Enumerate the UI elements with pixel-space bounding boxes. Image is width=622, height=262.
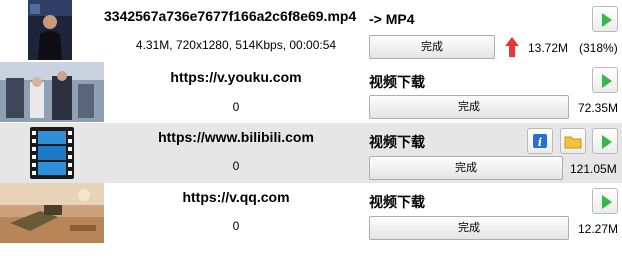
done-button[interactable]: 完成 bbox=[369, 156, 563, 180]
file-title: 3342567a736e7677f166a2c6f8e69.mp4 bbox=[104, 8, 357, 24]
status-label: 视频下载 bbox=[369, 194, 425, 210]
list-item[interactable]: https://v.qq.com 0 视频下载 完成 12.27M bbox=[0, 183, 622, 243]
source-url: https://www.bilibili.com bbox=[158, 129, 314, 145]
play-button[interactable] bbox=[592, 6, 618, 32]
video-thumbnail bbox=[0, 183, 104, 243]
video-thumbnail bbox=[0, 0, 104, 60]
list-item[interactable]: https://www.bilibili.com 0 视频下载 i 完成 121… bbox=[0, 123, 622, 183]
list-item[interactable]: https://v.youku.com 0 视频下载 完成 72.35M bbox=[0, 62, 622, 122]
status-label: 视频下载 bbox=[369, 134, 425, 150]
source-url: https://v.qq.com bbox=[182, 189, 290, 205]
output-size: 121.05M bbox=[570, 162, 617, 176]
file-info: 4.31M, 720x1280, 514Kbps, 00:00:54 bbox=[135, 38, 337, 52]
done-button[interactable]: 完成 bbox=[369, 216, 569, 240]
done-button[interactable]: 完成 bbox=[369, 35, 495, 59]
list-item[interactable]: 3342567a736e7677f166a2c6f8e69.mp4 4.31M,… bbox=[0, 0, 622, 60]
play-button[interactable] bbox=[592, 67, 618, 93]
status-label: 视频下载 bbox=[369, 74, 425, 90]
file-info: 0 bbox=[232, 100, 240, 114]
up-arrow-icon bbox=[505, 37, 519, 57]
source-url: https://v.youku.com bbox=[170, 69, 302, 85]
video-thumbnail bbox=[0, 62, 104, 122]
compression-ratio: (318%) bbox=[579, 41, 618, 55]
file-info: 0 bbox=[232, 159, 240, 173]
folder-icon[interactable] bbox=[560, 128, 586, 154]
done-button[interactable]: 完成 bbox=[369, 95, 569, 119]
svg-text:i: i bbox=[538, 136, 542, 149]
output-size: 12.27M bbox=[578, 222, 619, 236]
file-info: 0 bbox=[232, 219, 240, 233]
play-button[interactable] bbox=[592, 188, 618, 214]
info-icon[interactable]: i bbox=[527, 128, 553, 154]
status-label: -> MP4 bbox=[369, 11, 415, 27]
film-icon bbox=[0, 123, 104, 183]
output-size: 72.35M bbox=[578, 101, 619, 115]
output-size: 13.72M bbox=[528, 41, 569, 55]
play-button[interactable] bbox=[592, 128, 618, 154]
